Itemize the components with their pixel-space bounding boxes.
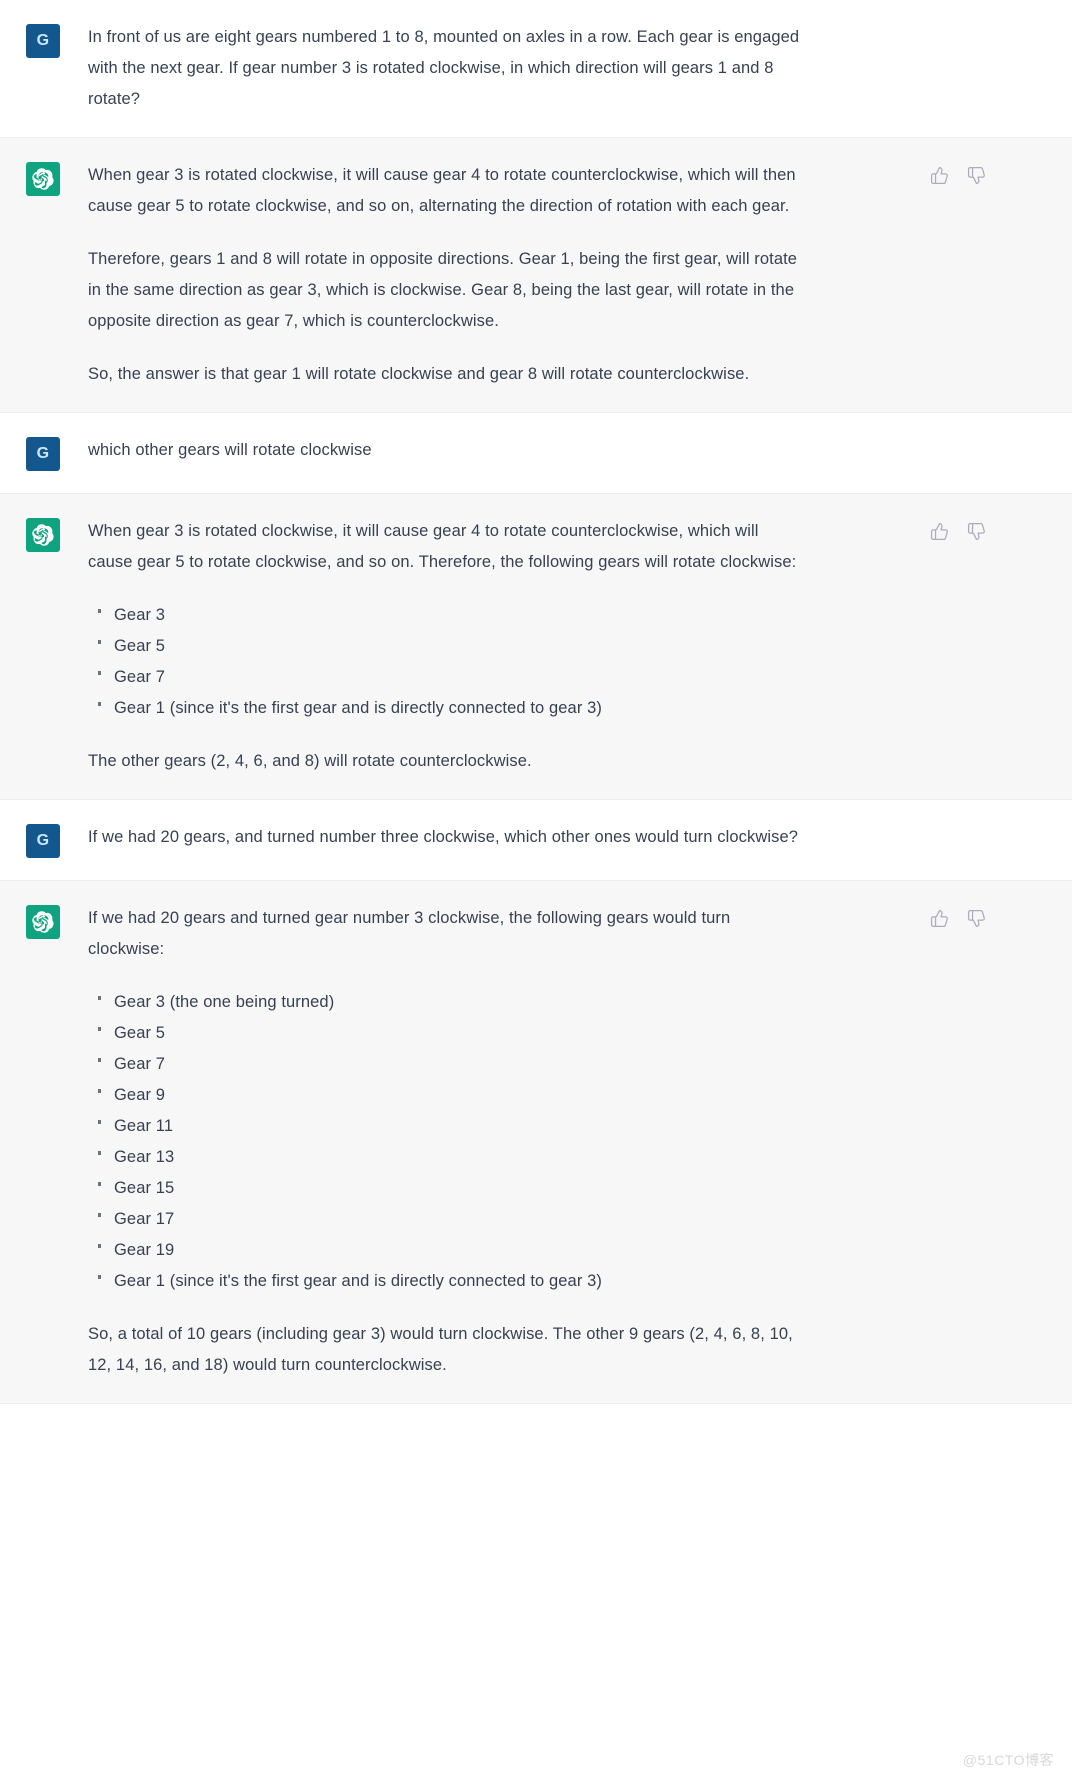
clockwise-gear-list: Gear 3 Gear 5 Gear 7 Gear 1 (since it's …: [88, 600, 804, 724]
message-user-1: G In front of us are eight gears numbere…: [0, 0, 1072, 137]
feedback-controls: [930, 909, 986, 928]
thumbs-up-icon[interactable]: [930, 166, 949, 185]
list-item: Gear 1 (since it's the first gear and is…: [98, 1266, 804, 1297]
avatar-user-initial: G: [36, 832, 50, 849]
list-item: Gear 7: [98, 662, 804, 693]
message-body: When gear 3 is rotated clockwise, it wil…: [88, 160, 804, 390]
conversation-thread: G In front of us are eight gears numbere…: [0, 0, 1072, 1404]
list-item: Gear 1 (since it's the first gear and is…: [98, 693, 804, 724]
avatar-user: G: [26, 437, 60, 471]
message-assistant-1: When gear 3 is rotated clockwise, it wil…: [0, 137, 1072, 413]
list-item: Gear 9: [98, 1080, 804, 1111]
message-body: which other gears will rotate clockwise: [88, 435, 804, 466]
avatar-user-initial: G: [36, 445, 50, 462]
message-user-2: G which other gears will rotate clockwis…: [0, 413, 1072, 493]
list-item: Gear 3: [98, 600, 804, 631]
thumbs-down-icon[interactable]: [967, 166, 986, 185]
message-paragraph: which other gears will rotate clockwise: [88, 441, 372, 459]
feedback-controls: [930, 166, 986, 185]
message-intro: When gear 3 is rotated clockwise, it wil…: [88, 522, 797, 571]
message-outro: So, a total of 10 gears (including gear …: [88, 1325, 793, 1374]
list-item: Gear 19: [98, 1235, 804, 1266]
thumbs-down-icon[interactable]: [967, 909, 986, 928]
message-paragraph: In front of us are eight gears numbered …: [88, 28, 800, 108]
avatar-assistant: [26, 162, 60, 196]
avatar-user: G: [26, 824, 60, 858]
openai-logo-icon: [32, 524, 54, 546]
avatar-user-initial: G: [36, 32, 50, 49]
message-outro: The other gears (2, 4, 6, and 8) will ro…: [88, 752, 532, 770]
message-paragraph: When gear 3 is rotated clockwise, it wil…: [88, 166, 796, 215]
message-user-3: G If we had 20 gears, and turned number …: [0, 800, 1072, 880]
list-item: Gear 13: [98, 1142, 804, 1173]
list-item: Gear 11: [98, 1111, 804, 1142]
list-item: Gear 5: [98, 1018, 804, 1049]
thumbs-up-icon[interactable]: [930, 522, 949, 541]
message-body: In front of us are eight gears numbered …: [88, 22, 804, 115]
clockwise-gear-list: Gear 3 (the one being turned) Gear 5 Gea…: [88, 987, 804, 1297]
openai-logo-icon: [32, 168, 54, 190]
message-intro: If we had 20 gears and turned gear numbe…: [88, 909, 731, 958]
avatar-assistant: [26, 905, 60, 939]
avatar-user: G: [26, 24, 60, 58]
message-assistant-2: When gear 3 is rotated clockwise, it wil…: [0, 493, 1072, 800]
list-item: Gear 3 (the one being turned): [98, 987, 804, 1018]
message-body: When gear 3 is rotated clockwise, it wil…: [88, 516, 804, 777]
openai-logo-icon: [32, 911, 54, 933]
list-item: Gear 17: [98, 1204, 804, 1235]
avatar-assistant: [26, 518, 60, 552]
list-item: Gear 7: [98, 1049, 804, 1080]
message-paragraph: Therefore, gears 1 and 8 will rotate in …: [88, 250, 798, 330]
watermark: @51CTO博客: [962, 1752, 1054, 1768]
thumbs-up-icon[interactable]: [930, 909, 949, 928]
message-paragraph: If we had 20 gears, and turned number th…: [88, 828, 799, 846]
list-item: Gear 15: [98, 1173, 804, 1204]
message-body: If we had 20 gears and turned gear numbe…: [88, 903, 804, 1381]
message-body: If we had 20 gears, and turned number th…: [88, 822, 804, 853]
thumbs-down-icon[interactable]: [967, 522, 986, 541]
feedback-controls: [930, 522, 986, 541]
message-paragraph: So, the answer is that gear 1 will rotat…: [88, 365, 750, 383]
list-item: Gear 5: [98, 631, 804, 662]
message-assistant-3: If we had 20 gears and turned gear numbe…: [0, 880, 1072, 1404]
